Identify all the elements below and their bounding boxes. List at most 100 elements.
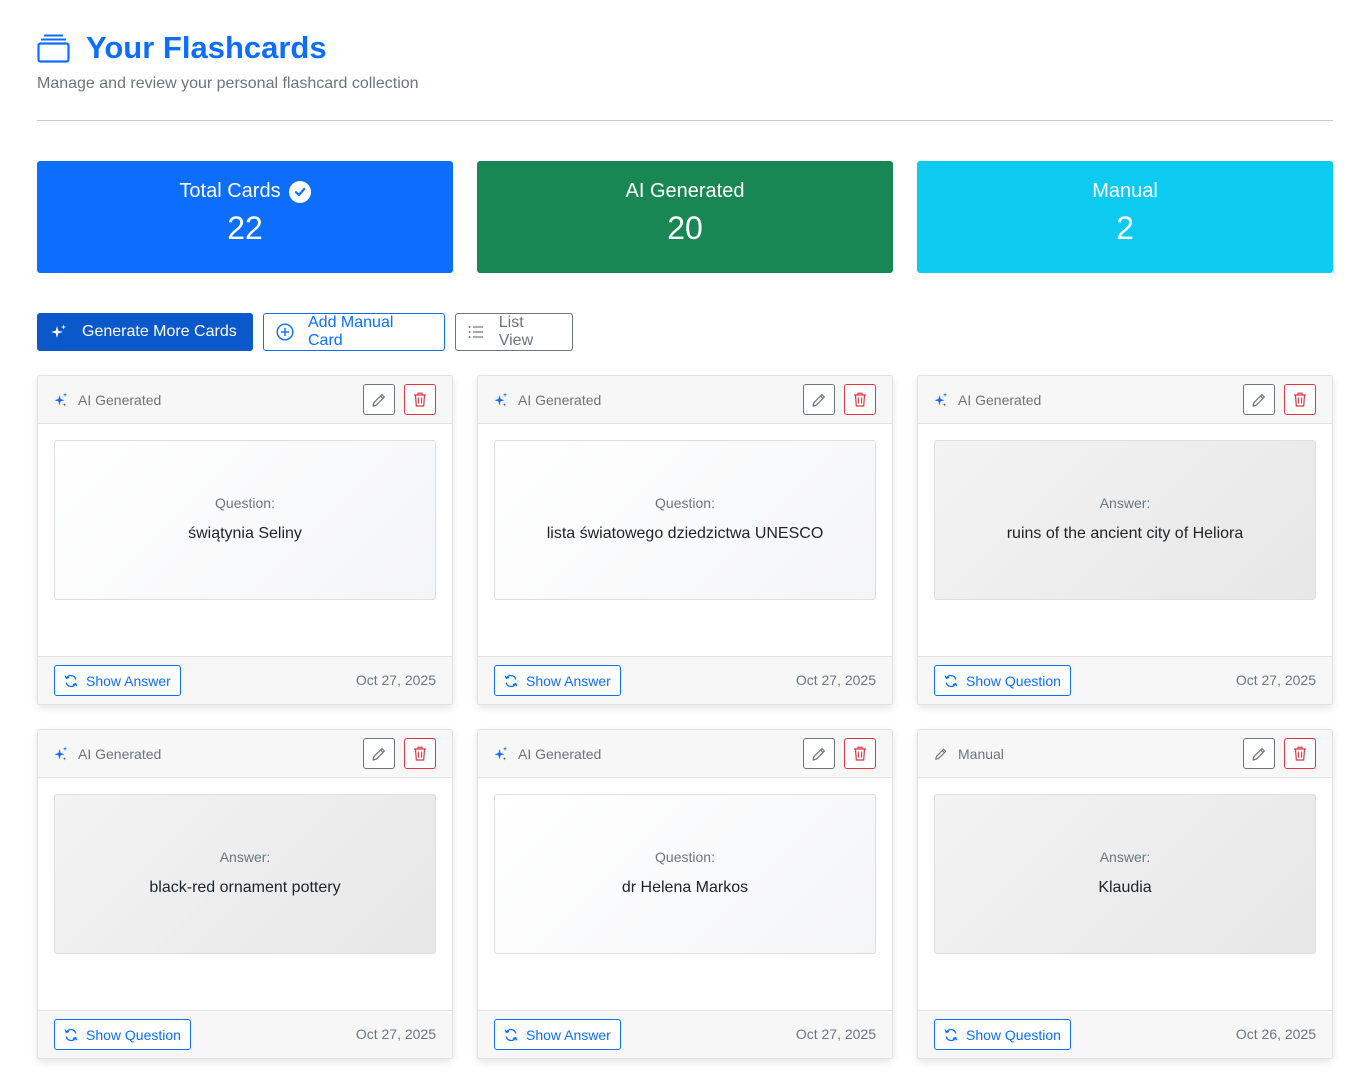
- flip-card-button[interactable]: Show Answer: [54, 665, 181, 696]
- card-footer: Show Answer Oct 27, 2025: [478, 1010, 892, 1058]
- stars-icon: [934, 392, 948, 408]
- card-face-text: black-red ornament pottery: [149, 879, 341, 896]
- card-face-label: Answer:: [219, 849, 271, 865]
- check-circle-icon: [288, 180, 311, 203]
- card-face[interactable]: Answer: ruins of the ancient city of Hel…: [934, 440, 1316, 600]
- card-face-label: Answer:: [1099, 495, 1151, 511]
- card-face[interactable]: Answer: black-red ornament pottery: [54, 794, 436, 954]
- card-type-label: AI Generated: [518, 391, 602, 408]
- toolbar: Generate More Cards Add Manual Card List…: [37, 313, 573, 351]
- generate-more-cards-button[interactable]: Generate More Cards: [37, 313, 253, 351]
- flashcard: AI Generated Answer: black-red ornament …: [37, 729, 453, 1059]
- card-face[interactable]: Question: lista światowego dziedzictwa U…: [494, 440, 876, 600]
- stat-total-value: 22: [227, 210, 263, 246]
- list-view-label: List View: [498, 314, 534, 349]
- edit-card-button[interactable]: [363, 384, 395, 415]
- card-face-text: Klaudia: [1098, 879, 1152, 896]
- flip-card-button[interactable]: Show Answer: [494, 1019, 621, 1050]
- card-face-label: Question:: [655, 495, 715, 511]
- flip-card-button[interactable]: Show Question: [934, 1019, 1071, 1050]
- stat-ai-value: 20: [667, 210, 703, 246]
- delete-card-button[interactable]: [844, 384, 876, 415]
- edit-card-button[interactable]: [1243, 384, 1275, 415]
- card-face[interactable]: Question: dr Helena Markos: [494, 794, 876, 954]
- pencil-icon: [934, 746, 948, 762]
- stat-total-cards: Total Cards 22: [37, 161, 453, 273]
- card-footer: Show Answer Oct 27, 2025: [38, 656, 452, 704]
- pencil-icon: [371, 392, 387, 408]
- card-header: AI Generated: [478, 376, 892, 424]
- card-header: AI Generated: [38, 730, 452, 778]
- list-view-button[interactable]: List View: [455, 313, 573, 351]
- delete-card-button[interactable]: [844, 738, 876, 769]
- card-actions: [1243, 738, 1316, 769]
- flashcard: AI Generated Answer: ruins of the ancien…: [917, 375, 1333, 705]
- pencil-icon: [1251, 392, 1267, 408]
- card-header: Manual: [918, 730, 1332, 778]
- plus-circle-icon: [276, 323, 294, 341]
- flip-card-button[interactable]: Show Question: [54, 1019, 191, 1050]
- list-icon: [468, 323, 485, 341]
- card-footer: Show Answer Oct 27, 2025: [478, 656, 892, 704]
- flashcard: Manual Answer: Klaudia Show Question Oct…: [917, 729, 1333, 1059]
- card-actions: [803, 738, 876, 769]
- stat-manual-value: 2: [1116, 210, 1134, 246]
- card-face-text: lista światowego dziedzictwa UNESCO: [546, 525, 824, 542]
- pencil-icon: [811, 392, 827, 408]
- edit-card-button[interactable]: [1243, 738, 1275, 769]
- card-date: Oct 27, 2025: [355, 672, 436, 688]
- flip-card-button[interactable]: Show Answer: [494, 665, 621, 696]
- rotate-icon: [64, 674, 78, 688]
- card-footer: Show Question Oct 27, 2025: [38, 1010, 452, 1058]
- card-date: Oct 27, 2025: [355, 1026, 436, 1042]
- stat-ai-generated: AI Generated 20: [477, 161, 893, 273]
- card-type-label: Manual: [958, 745, 1004, 762]
- card-date: Oct 27, 2025: [795, 1026, 876, 1042]
- card-header: AI Generated: [918, 376, 1332, 424]
- card-face-label: Question:: [215, 495, 275, 511]
- collection-icon: [37, 33, 70, 63]
- stars-icon: [54, 392, 68, 408]
- card-face[interactable]: Question: świątynia Seliny: [54, 440, 436, 600]
- card-header: AI Generated: [38, 376, 452, 424]
- flip-card-label: Show Answer: [526, 672, 611, 689]
- rotate-icon: [504, 1028, 518, 1042]
- card-type-label: AI Generated: [78, 391, 162, 408]
- edit-card-button[interactable]: [363, 738, 395, 769]
- delete-card-button[interactable]: [404, 384, 436, 415]
- stat-manual-label: Manual: [1092, 180, 1158, 202]
- trash-icon: [413, 392, 427, 407]
- flip-card-label: Show Question: [966, 1026, 1061, 1043]
- card-face-label: Question:: [655, 849, 715, 865]
- card-type-label: AI Generated: [518, 745, 602, 762]
- delete-card-button[interactable]: [1284, 738, 1316, 769]
- edit-card-button[interactable]: [803, 384, 835, 415]
- delete-card-button[interactable]: [404, 738, 436, 769]
- flashcard: AI Generated Question: dr Helena Markos: [477, 729, 893, 1059]
- card-face[interactable]: Answer: Klaudia: [934, 794, 1316, 954]
- stars-icon: [50, 323, 68, 341]
- add-manual-card-button[interactable]: Add Manual Card: [263, 313, 445, 351]
- flip-card-button[interactable]: Show Question: [934, 665, 1071, 696]
- stat-manual: Manual 2: [917, 161, 1333, 273]
- card-face-text: świątynia Seliny: [188, 525, 302, 542]
- delete-card-button[interactable]: [1284, 384, 1316, 415]
- card-actions: [803, 384, 876, 415]
- edit-card-button[interactable]: [803, 738, 835, 769]
- card-date: Oct 27, 2025: [1235, 672, 1316, 688]
- generate-more-cards-label: Generate More Cards: [82, 323, 237, 340]
- card-actions: [363, 738, 436, 769]
- card-footer: Show Question Oct 26, 2025: [918, 1010, 1332, 1058]
- card-face-text: dr Helena Markos: [621, 879, 749, 896]
- rotate-icon: [64, 1028, 78, 1042]
- rotate-icon: [944, 1028, 958, 1042]
- pencil-icon: [811, 746, 827, 762]
- flashcard: AI Generated Question: świątynia Seliny: [37, 375, 453, 705]
- stat-total-label: Total Cards: [179, 180, 281, 202]
- page-title: Your Flashcards: [86, 30, 327, 65]
- card-actions: [363, 384, 436, 415]
- flip-card-label: Show Answer: [526, 1026, 611, 1043]
- trash-icon: [413, 746, 427, 761]
- card-footer: Show Question Oct 27, 2025: [918, 656, 1332, 704]
- card-type-label: AI Generated: [78, 745, 162, 762]
